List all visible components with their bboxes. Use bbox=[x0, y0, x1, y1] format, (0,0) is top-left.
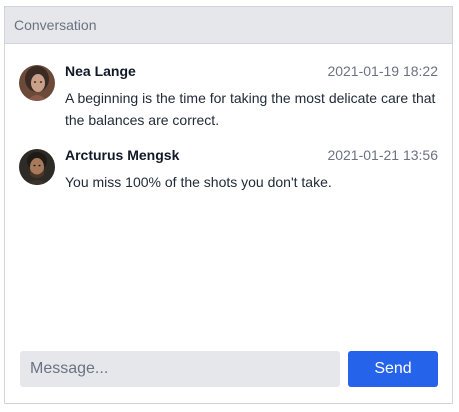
message-timestamp: 2021-01-21 13:56 bbox=[327, 147, 438, 163]
message-text: You miss 100% of the shots you don't tak… bbox=[65, 174, 332, 190]
panel-title: Conversation bbox=[14, 17, 97, 33]
send-button[interactable]: Send bbox=[348, 351, 438, 387]
message-item: Nea Lange 2021-01-19 18:22 A beginning i… bbox=[19, 63, 438, 131]
message-composer: Send bbox=[20, 351, 438, 387]
message-input[interactable] bbox=[20, 351, 340, 387]
avatar bbox=[19, 65, 55, 101]
avatar-image bbox=[19, 149, 55, 185]
message-timestamp: 2021-01-19 18:22 bbox=[327, 63, 438, 79]
message-item: Arcturus Mengsk 2021-01-21 13:56 You mis… bbox=[19, 147, 438, 193]
conversation-panel: Conversation Nea Lange 2021-01-19 18:22 bbox=[4, 6, 453, 404]
avatar bbox=[19, 149, 55, 185]
message-text: A beginning is the time for taking the m… bbox=[65, 90, 436, 128]
panel-header: Conversation bbox=[5, 7, 452, 44]
message-author: Arcturus Mengsk bbox=[65, 147, 180, 163]
avatar-image bbox=[19, 65, 55, 101]
message-author: Nea Lange bbox=[65, 63, 136, 79]
